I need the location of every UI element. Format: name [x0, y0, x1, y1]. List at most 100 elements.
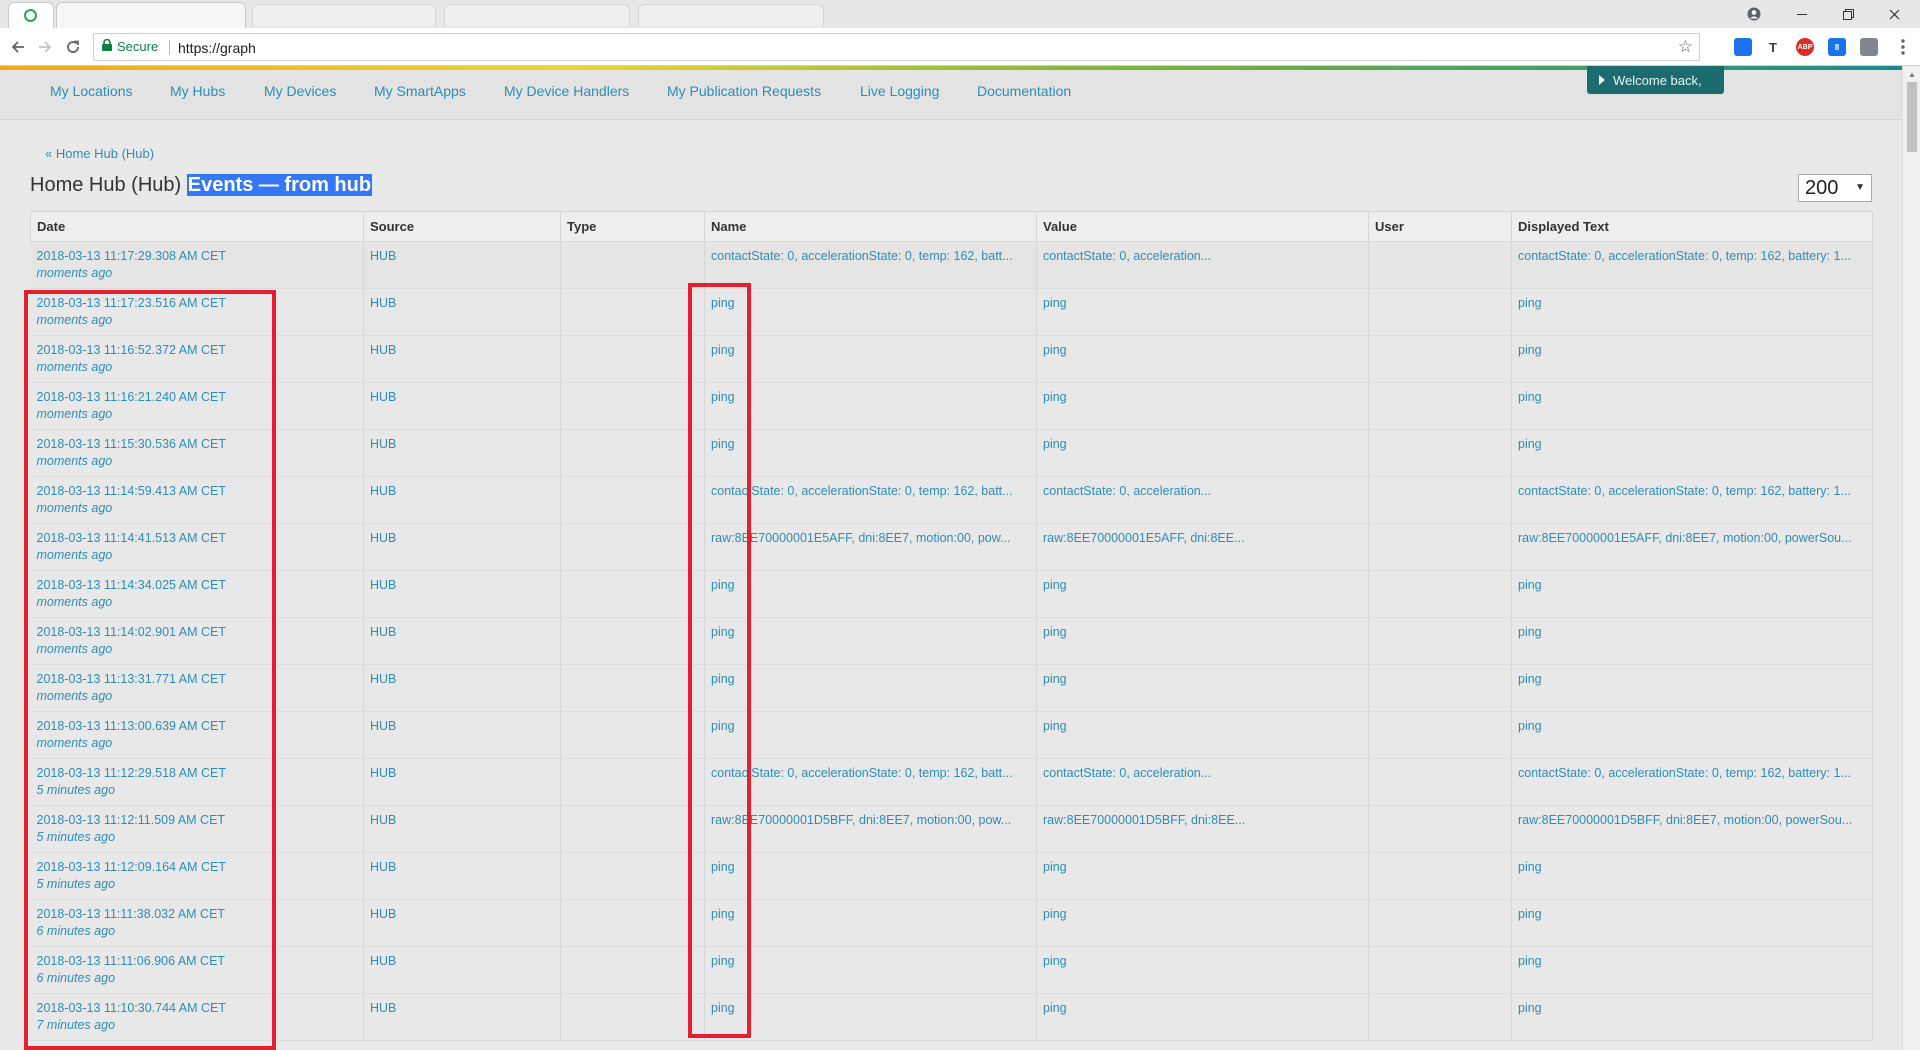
event-value-link[interactable]: ping — [1043, 437, 1067, 451]
table-row[interactable]: 2018-03-13 11:14:41.513 AM CET moments ag… — [30, 523, 1873, 571]
event-value-link[interactable]: contactState: 0, acceleration... — [1043, 484, 1211, 498]
cell-value[interactable]: ping — [1036, 617, 1369, 665]
table-row[interactable]: 2018-03-13 11:15:30.536 AM CET moments ag… — [30, 429, 1873, 477]
cell-name[interactable]: ping — [704, 382, 1037, 430]
breadcrumb[interactable]: « Home Hub (Hub) — [45, 146, 154, 161]
cell-displayed-text[interactable]: ping — [1511, 899, 1873, 947]
cell-displayed-text[interactable]: ping — [1511, 664, 1873, 712]
nav-my-hubs[interactable]: My Hubs — [170, 83, 225, 99]
event-text-link[interactable]: raw:8EE70000001E5AFF, dni:8EE7, motion:0… — [1518, 531, 1852, 545]
browser-tab[interactable] — [56, 2, 246, 28]
cell-name[interactable]: ping — [704, 711, 1037, 759]
event-value-link[interactable]: ping — [1043, 390, 1067, 404]
back-icon[interactable] — [5, 34, 31, 60]
event-value-link[interactable]: ping — [1043, 672, 1067, 686]
browser-tab[interactable] — [252, 4, 436, 26]
cell-displayed-text[interactable]: ping — [1511, 711, 1873, 759]
scroll-up-icon[interactable]: ▲ — [1908, 70, 1916, 79]
address-bar[interactable]: Secure https://graph ☆ — [93, 33, 1700, 61]
event-text-link[interactable]: contactState: 0, accelerationState: 0, t… — [1518, 484, 1851, 498]
event-value-link[interactable]: ping — [1043, 343, 1067, 357]
cell-value[interactable]: ping — [1036, 711, 1369, 759]
event-value-link[interactable]: contactState: 0, acceleration... — [1043, 249, 1211, 263]
close-icon[interactable] — [1872, 0, 1916, 28]
event-text-link[interactable]: ping — [1518, 625, 1542, 639]
extension-t-icon[interactable]: T — [1764, 38, 1782, 56]
table-row[interactable]: 2018-03-13 11:10:30.744 AM CET 7 minutes … — [30, 993, 1873, 1041]
cell-displayed-text[interactable]: contactState: 0, accelerationState: 0, t… — [1511, 241, 1873, 289]
cell-name[interactable]: ping — [704, 429, 1037, 477]
scrollbar-thumb[interactable] — [1907, 82, 1917, 152]
column-header-value[interactable]: Value — [1036, 211, 1369, 242]
event-value-link[interactable]: ping — [1043, 719, 1067, 733]
event-text-link[interactable]: raw:8EE70000001D5BFF, dni:8EE7, motion:0… — [1518, 813, 1852, 827]
column-header-displayed-text[interactable]: Displayed Text — [1511, 211, 1873, 242]
page-scrollbar[interactable]: ▲ — [1902, 66, 1920, 1050]
table-row[interactable]: 2018-03-13 11:17:23.516 AM CET moments ag… — [30, 288, 1873, 336]
cell-name[interactable]: ping — [704, 617, 1037, 665]
restore-icon[interactable] — [1826, 0, 1870, 28]
table-row[interactable]: 2018-03-13 11:14:34.025 AM CET moments ag… — [30, 570, 1873, 618]
table-row[interactable]: 2018-03-13 11:12:29.518 AM CET 5 minutes … — [30, 758, 1873, 806]
cell-value[interactable]: ping — [1036, 852, 1369, 900]
nav-live-logging[interactable]: Live Logging — [860, 83, 939, 99]
cell-value[interactable]: ping — [1036, 993, 1369, 1041]
cell-name[interactable]: contactState: 0, accelerationState: 0, t… — [704, 476, 1037, 524]
cell-name[interactable]: raw:8EE70000001E5AFF, dni:8EE7, motion:0… — [704, 523, 1037, 571]
event-value-link[interactable]: ping — [1043, 578, 1067, 592]
event-text-link[interactable]: contactState: 0, accelerationState: 0, t… — [1518, 249, 1851, 263]
minimize-icon[interactable] — [1780, 0, 1824, 28]
nav-my-devices[interactable]: My Devices — [264, 83, 336, 99]
event-value-link[interactable]: contactState: 0, acceleration... — [1043, 766, 1211, 780]
forward-icon[interactable] — [32, 34, 58, 60]
cell-displayed-text[interactable]: raw:8EE70000001E5AFF, dni:8EE7, motion:0… — [1511, 523, 1873, 571]
cell-name[interactable]: ping — [704, 993, 1037, 1041]
event-text-link[interactable]: ping — [1518, 1001, 1542, 1015]
event-name-link[interactable]: contactState: 0, accelerationState: 0, t… — [711, 766, 1013, 780]
cell-name[interactable]: ping — [704, 899, 1037, 947]
browser-tab[interactable] — [444, 4, 630, 26]
cell-name[interactable]: ping — [704, 570, 1037, 618]
browser-tab-active[interactable] — [8, 2, 54, 28]
table-row[interactable]: 2018-03-13 11:12:11.509 AM CET 5 minutes … — [30, 805, 1873, 853]
event-text-link[interactable]: ping — [1518, 719, 1542, 733]
table-row[interactable]: 2018-03-13 11:12:09.164 AM CET 5 minutes … — [30, 852, 1873, 900]
account-icon[interactable] — [1732, 0, 1776, 28]
cell-name[interactable]: ping — [704, 664, 1037, 712]
event-value-link[interactable]: raw:8EE70000001D5BFF, dni:8EE... — [1043, 813, 1245, 827]
cell-value[interactable]: ping — [1036, 335, 1369, 383]
cell-value[interactable]: contactState: 0, acceleration... — [1036, 758, 1369, 806]
event-text-link[interactable]: ping — [1518, 437, 1542, 451]
event-text-link[interactable]: ping — [1518, 390, 1542, 404]
cell-displayed-text[interactable]: ping — [1511, 288, 1873, 336]
cell-value[interactable]: raw:8EE70000001E5AFF, dni:8EE... — [1036, 523, 1369, 571]
cell-value[interactable]: ping — [1036, 570, 1369, 618]
cell-value[interactable]: contactState: 0, acceleration... — [1036, 241, 1369, 289]
event-value-link[interactable]: ping — [1043, 625, 1067, 639]
event-name-link[interactable]: contactState: 0, accelerationState: 0, t… — [711, 484, 1013, 498]
table-row[interactable]: 2018-03-13 11:16:21.240 AM CET moments ag… — [30, 382, 1873, 430]
event-value-link[interactable]: ping — [1043, 1001, 1067, 1015]
cell-value[interactable]: raw:8EE70000001D5BFF, dni:8EE... — [1036, 805, 1369, 853]
table-row[interactable]: 2018-03-13 11:11:06.906 AM CET 6 minutes … — [30, 946, 1873, 994]
cell-displayed-text[interactable]: raw:8EE70000001D5BFF, dni:8EE7, motion:0… — [1511, 805, 1873, 853]
event-text-link[interactable]: ping — [1518, 672, 1542, 686]
star-icon[interactable]: ☆ — [1678, 37, 1693, 57]
column-header-source[interactable]: Source — [363, 211, 561, 242]
event-value-link[interactable]: ping — [1043, 296, 1067, 310]
column-header-date[interactable]: Date — [30, 211, 364, 242]
welcome-dropdown[interactable]: Welcome back, — [1587, 66, 1724, 94]
event-text-link[interactable]: ping — [1518, 907, 1542, 921]
table-row[interactable]: 2018-03-13 11:13:31.771 AM CET moments ag… — [30, 664, 1873, 712]
extension-blue-icon[interactable] — [1734, 38, 1752, 56]
event-text-link[interactable]: ping — [1518, 954, 1542, 968]
table-row[interactable]: 2018-03-13 11:11:38.032 AM CET 6 minutes … — [30, 899, 1873, 947]
column-header-name[interactable]: Name — [704, 211, 1037, 242]
column-header-user[interactable]: User — [1368, 211, 1512, 242]
extension-abp-icon[interactable]: ABP — [1796, 38, 1814, 56]
cell-displayed-text[interactable]: ping — [1511, 617, 1873, 665]
nav-my-smartapps[interactable]: My SmartApps — [374, 83, 466, 99]
table-row[interactable]: 2018-03-13 11:13:00.639 AM CET moments ag… — [30, 711, 1873, 759]
nav-my-locations[interactable]: My Locations — [50, 83, 132, 99]
url-text[interactable]: https://graph — [178, 40, 256, 56]
